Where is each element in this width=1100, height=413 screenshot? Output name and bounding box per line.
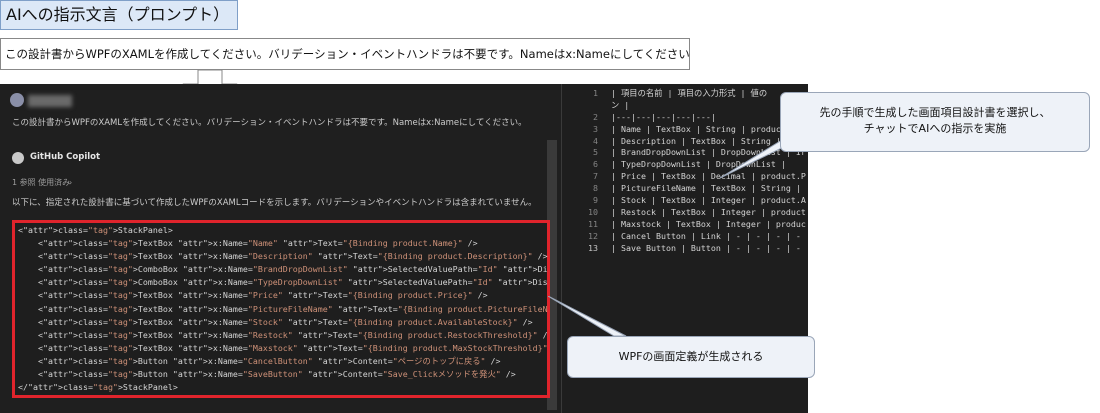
line-number: 5 — [593, 147, 598, 158]
code-line: <"attr">class="tag">TextBox "attr">x:Nam… — [18, 342, 548, 353]
user-avatar — [10, 93, 24, 107]
callout-right-line2: チャットでAIへの指示を実施 — [863, 122, 1007, 135]
copilot-icon — [12, 152, 24, 164]
markdown-line: ン | — [611, 99, 630, 110]
assistant-name: GitHub Copilot — [30, 152, 101, 162]
code-line: <"attr">class="tag">TextBox "attr">x:Nam… — [18, 290, 488, 301]
markdown-line: | Name | TextBox | String | product — [611, 123, 786, 134]
generated-xaml-code[interactable]: <"attr">class="tag">StackPanel> <"attr">… — [18, 224, 548, 394]
line-number: 13 — [588, 242, 598, 253]
code-line: </"attr">class="tag">StackPanel> — [18, 382, 178, 393]
line-number: 10 — [588, 206, 598, 217]
username-redacted — [28, 95, 72, 107]
markdown-line: | Cancel Button | Link | - | - | - | - — [611, 230, 801, 241]
callout-right-line1: 先の手順で生成した画面項目設計書を選択し、 — [819, 106, 1051, 119]
code-line: <"attr">class="tag">TextBox "attr">x:Nam… — [18, 316, 533, 327]
callout-select-design-doc: 先の手順で生成した画面項目設計書を選択し、 チャットでAIへの指示を実施 — [780, 92, 1090, 152]
line-number: 11 — [588, 218, 598, 229]
markdown-line: | Restock | TextBox | Integer | product — [611, 206, 806, 217]
code-line: <"attr">class="tag">TextBox "attr">x:Nam… — [18, 251, 548, 262]
markdown-line: |---|---|---|---|---| — [611, 111, 716, 122]
chevron-right-icon[interactable]: › — [69, 178, 72, 187]
prompt-text: この設計書からWPFのXAMLを作成してください。バリデーション・イベントハンド… — [0, 38, 690, 70]
markdown-line: | Stock | TextBox | Integer | product.A — [611, 195, 806, 206]
references-used[interactable]: 1 参照 使用済み — [12, 177, 70, 188]
code-line: <"attr">class="tag">Button "attr">x:Name… — [18, 355, 501, 366]
markdown-line: | Maxstock | TextBox | Integer | produc — [611, 218, 806, 229]
markdown-line: | PictureFileName | TextBox | String | — [611, 183, 801, 194]
code-line: <"attr">class="tag">TextBox "attr">x:Nam… — [18, 303, 548, 314]
chat-user-message: この設計書からWPFのXAMLを作成してください。バリデーション・イベントハンド… — [12, 118, 527, 128]
code-line: <"attr">class="tag">ComboBox "attr">x:Na… — [18, 264, 548, 275]
line-number — [570, 100, 598, 112]
line-number: 6 — [593, 159, 598, 170]
markdown-line: | Save Button | Button | - | - | - | - — [611, 242, 801, 253]
assistant-reply: 以下に、指定された設計書に基づいて作成したWPFのXAMLコードを示します。バリ… — [12, 198, 537, 208]
code-line: <"attr">class="tag">TextBox "attr">x:Nam… — [18, 238, 478, 249]
line-number: 3 — [593, 123, 598, 134]
code-line: <"attr">class="tag">ComboBox "attr">x:Na… — [18, 277, 548, 288]
line-number: 7 — [593, 171, 598, 182]
code-line: <"attr">class="tag">TextBox "attr">x:Nam… — [18, 329, 548, 340]
code-line: <"attr">class="tag">StackPanel> — [18, 225, 173, 235]
callout-wpf-generated: WPFの画面定義が生成される — [567, 336, 815, 378]
line-number: 8 — [593, 183, 598, 194]
line-number: 2 — [593, 111, 598, 122]
line-number: 4 — [593, 135, 598, 146]
line-number: 9 — [593, 195, 598, 206]
line-number: 1 — [593, 88, 598, 98]
code-line: <"attr">class="tag">Button "attr">x:Name… — [18, 369, 516, 380]
line-numbers: 1 2 3 4 5 6 7 8 9 10 11 12 13 — [570, 88, 598, 254]
prompt-title: AIへの指示文言（プロンプト） — [0, 0, 238, 30]
markdown-line: | 項目の名前 | 項目の入力形式 | 値の — [611, 88, 768, 98]
line-number: 12 — [588, 230, 598, 241]
